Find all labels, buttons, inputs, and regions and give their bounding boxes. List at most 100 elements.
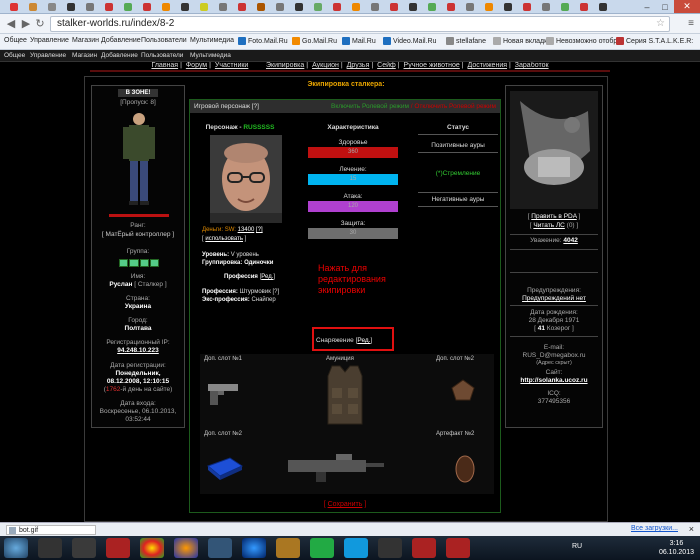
tab-favicon-icon[interactable]: [542, 3, 550, 11]
taskbar-app-icon[interactable]: [310, 538, 334, 558]
nav-link[interactable]: Форум: [186, 62, 207, 69]
bookmark-item[interactable]: stellafane: [446, 37, 486, 45]
menu-item[interactable]: Управление: [30, 52, 66, 59]
menu-item[interactable]: Пользователи: [141, 52, 183, 59]
tab-favicon-icon[interactable]: [276, 3, 284, 11]
tab-favicon-icon[interactable]: [314, 3, 322, 11]
forward-button[interactable]: ▶: [19, 17, 33, 31]
tab-favicon-icon[interactable]: [162, 3, 170, 11]
money-value[interactable]: 13400: [238, 227, 255, 233]
nav-link[interactable]: Достижения: [468, 62, 507, 69]
browser-menu-icon[interactable]: ≡: [688, 18, 694, 29]
tab-favicon-icon[interactable]: [48, 3, 56, 11]
armor-vest-icon[interactable]: [322, 364, 368, 426]
taskbar-app-icon[interactable]: [276, 538, 300, 558]
taskbar-app-icon[interactable]: [208, 538, 232, 558]
site-link[interactable]: http://solanka.ucoz.ru: [520, 377, 587, 384]
close-icon[interactable]: ×: [689, 524, 694, 534]
address-bar[interactable]: stalker-worlds.ru/index/8-2 ☆: [50, 16, 670, 32]
start-button[interactable]: [4, 538, 28, 558]
language-indicator[interactable]: RU: [572, 543, 582, 550]
taskbar-app-icon[interactable]: [378, 538, 402, 558]
tab-favicon-icon[interactable]: [10, 3, 18, 11]
tab-favicon-icon[interactable]: [67, 3, 75, 11]
medkit-icon[interactable]: [204, 454, 246, 482]
tab-favicon-icon[interactable]: [181, 3, 189, 11]
close-button[interactable]: ✕: [674, 0, 700, 13]
rifle-icon[interactable]: [286, 448, 386, 484]
bookmark-item[interactable]: Добавление: [101, 37, 141, 44]
tab-favicon-icon[interactable]: [561, 3, 569, 11]
artifact-icon[interactable]: [454, 454, 476, 484]
tab-favicon-icon[interactable]: [352, 3, 360, 11]
tab-favicon-icon[interactable]: [523, 3, 531, 11]
bookmark-item[interactable]: Мультимедиа: [190, 37, 234, 44]
tab-favicon-icon[interactable]: [295, 3, 303, 11]
bookmark-item[interactable]: Foto.Mail.Ru: [238, 37, 288, 45]
bookmark-item[interactable]: Серия S.T.A.L.K.E.R:: [616, 37, 693, 45]
nav-link[interactable]: Аукцион: [312, 62, 339, 69]
nav-link[interactable]: Главная: [151, 62, 178, 69]
tab-favicon-icon[interactable]: [333, 3, 341, 11]
read-pm-link[interactable]: Читать ЛС: [533, 222, 564, 229]
tab-favicon-icon[interactable]: [428, 3, 436, 11]
nav-link[interactable]: Участники: [215, 62, 248, 69]
gear-edit-link[interactable]: Ред.: [357, 337, 370, 344]
tab-favicon-icon[interactable]: [29, 3, 37, 11]
tab-favicon-icon[interactable]: [599, 3, 607, 11]
artifact-icon[interactable]: [450, 378, 476, 402]
money-help-link[interactable]: [?]: [256, 227, 263, 233]
tab-favicon-icon[interactable]: [257, 3, 265, 11]
tab-favicon-icon[interactable]: [504, 3, 512, 11]
rp-on-link[interactable]: Включить Ролевой режим: [331, 103, 409, 110]
tab-favicon-icon[interactable]: [371, 3, 379, 11]
tab-favicon-icon[interactable]: [447, 3, 455, 11]
taskbar-app-icon[interactable]: [72, 538, 96, 558]
nav-link[interactable]: Сейф: [377, 62, 396, 69]
bookmark-star-icon[interactable]: ☆: [656, 17, 665, 31]
tab-favicon-icon[interactable]: [143, 3, 151, 11]
bookmark-item[interactable]: Новая вкладка: [493, 37, 551, 45]
maximize-button[interactable]: □: [656, 0, 674, 13]
bookmark-item[interactable]: Go.Mail.Ru: [292, 37, 337, 45]
nav-link[interactable]: Экипировка: [266, 62, 304, 69]
tab-favicon-icon[interactable]: [390, 3, 398, 11]
tab-favicon-icon[interactable]: [105, 3, 113, 11]
clock[interactable]: 3:16 06.10.2013: [659, 539, 694, 557]
taskbar-app-icon[interactable]: [106, 538, 130, 558]
ip-link[interactable]: 94.248.10.223: [117, 347, 159, 354]
bookmark-item[interactable]: Video.Mail.Ru: [383, 37, 436, 45]
save-link[interactable]: Сохранить: [328, 501, 363, 508]
warn-link[interactable]: Предупреждений нет: [522, 295, 586, 302]
nav-link[interactable]: Ручное животное: [404, 62, 460, 69]
nav-link[interactable]: Заработок: [515, 62, 549, 69]
rp-off-link[interactable]: Отключить Ролевой режим: [414, 103, 496, 110]
menu-item[interactable]: Общее: [4, 52, 25, 59]
tab-favicon-icon[interactable]: [580, 3, 588, 11]
minimize-button[interactable]: –: [638, 0, 656, 13]
tab-favicon-icon[interactable]: [485, 3, 493, 11]
bookmark-item[interactable]: Управление: [30, 37, 69, 44]
taskbar-app-icon[interactable]: [412, 538, 436, 558]
tab-favicon-icon[interactable]: [200, 3, 208, 11]
reload-button[interactable]: ↻: [33, 17, 47, 31]
back-button[interactable]: ◀: [4, 17, 18, 31]
all-downloads-link[interactable]: Все загрузки...: [631, 525, 678, 532]
menu-item[interactable]: Магазин: [72, 52, 97, 59]
bookmark-item[interactable]: Mail.Ru: [342, 37, 376, 45]
profession-edit-link[interactable]: Ред.: [261, 274, 273, 280]
menu-item[interactable]: Мультимедиа: [190, 52, 231, 59]
ie-icon[interactable]: [242, 538, 266, 558]
bookmark-item[interactable]: Магазин: [72, 37, 99, 44]
pistol-icon[interactable]: [204, 378, 244, 408]
tab-favicon-icon[interactable]: [409, 3, 417, 11]
tab-favicon-icon[interactable]: [466, 3, 474, 11]
bookmark-item[interactable]: Пользователи: [141, 37, 187, 44]
use-link[interactable]: использовать: [205, 236, 243, 242]
taskbar-app-icon[interactable]: [38, 538, 62, 558]
download-item[interactable]: bot.gif: [6, 525, 96, 535]
edit-pda-link[interactable]: Править в PDA: [531, 213, 576, 220]
skype-icon[interactable]: [344, 538, 368, 558]
chrome-icon[interactable]: [140, 538, 164, 558]
tab-favicon-icon[interactable]: [86, 3, 94, 11]
